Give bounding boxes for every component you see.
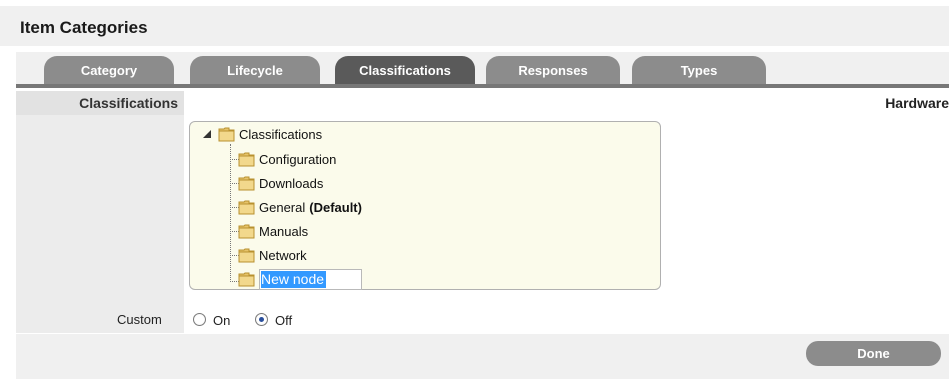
tab-category[interactable]: Category [44,56,174,84]
tree-node-network[interactable]: Network [238,245,307,265]
tree-node-new[interactable]: New node [238,268,362,290]
done-button[interactable]: Done [806,341,941,366]
tree-node-configuration[interactable]: Configuration [238,149,336,169]
collapse-arrow-icon[interactable] [200,127,214,141]
tab-classifications[interactable]: Classifications [335,56,475,84]
classifications-label: Classifications [79,95,178,111]
category-name: Hardware [885,95,949,111]
tree-node-label: Configuration [259,151,337,167]
classification-tree: Classifications Configuration Downloads … [189,121,661,290]
tree-node-label: Classifications [239,126,323,142]
tree-node-general[interactable]: General (Default) [238,197,362,217]
tree-node-manuals[interactable]: Manuals [238,221,308,241]
folder-icon [218,127,235,142]
folder-icon [238,248,255,263]
folder-icon [238,176,255,191]
tree-node-label: Manuals [259,223,309,239]
tree-connector [230,144,231,282]
custom-label: Custom [117,312,162,327]
tab-responses[interactable]: Responses [486,56,620,84]
selected-text: New node [261,270,327,288]
custom-off-label: Off [275,313,293,328]
tree-node-label: General [259,199,306,215]
default-tag: (Default) [309,199,362,215]
tree-node-label: Network [259,247,307,263]
custom-on-label: On [213,313,231,328]
folder-icon [238,152,255,167]
tree-node-label: Downloads [259,175,324,191]
tab-types[interactable]: Types [632,56,766,84]
title-bar: Item Categories [0,6,949,46]
tab-underline [16,84,949,88]
node-name-input[interactable]: New node [259,268,362,290]
tree-node-downloads[interactable]: Downloads [238,173,323,193]
folder-icon [238,224,255,239]
tree-root-node[interactable]: Classifications [200,124,322,144]
label-column [16,91,184,333]
classifications-header: Classifications [16,91,184,115]
tab-lifecycle[interactable]: Lifecycle [190,56,320,84]
custom-off-radio[interactable] [255,313,268,326]
folder-icon [238,272,255,287]
custom-on-radio[interactable] [193,313,206,326]
folder-icon [238,200,255,215]
page-title: Item Categories [20,18,148,37]
